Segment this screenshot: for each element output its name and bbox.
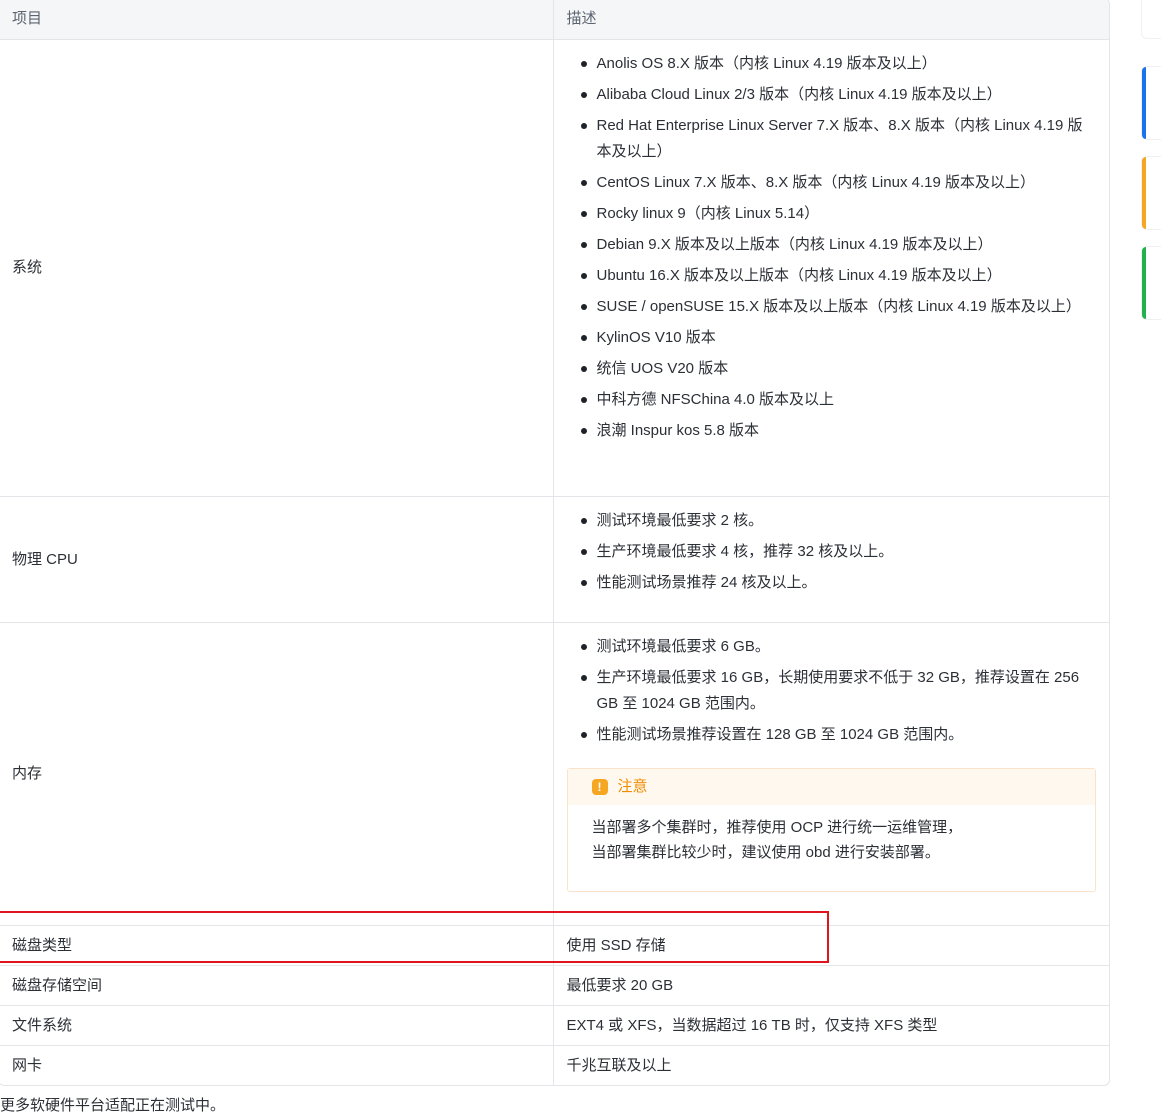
memory-list: 测试环境最低要求 6 GB。 生产环境最低要求 16 GB，长期使用要求不低于 … (567, 634, 1097, 748)
list-item: Debian 9.X 版本及以上版本（内核 Linux 4.19 版本及以上） (580, 232, 1097, 258)
row-label: 磁盘存储空间 (0, 965, 554, 1006)
list-item: Anolis OS 8.X 版本（内核 Linux 4.19 版本及以上） (580, 51, 1097, 77)
table-row-cpu: 物理 CPU 测试环境最低要求 2 核。 生产环境最低要求 4 核，推荐 32 … (0, 496, 1109, 623)
list-item: KylinOS V10 版本 (580, 325, 1097, 351)
footer-note: 更多软硬件平台适配正在测试中。 (0, 1097, 226, 1114)
list-item: 测试环境最低要求 6 GB。 (580, 634, 1097, 660)
notice-title: 注意 (617, 778, 648, 795)
side-card-green[interactable] (1141, 246, 1161, 320)
list-item: 统信 UOS V20 版本 (580, 356, 1097, 382)
system-list: Anolis OS 8.X 版本（内核 Linux 4.19 版本及以上） Al… (567, 51, 1097, 444)
list-item: 性能测试场景推荐设置在 128 GB 至 1024 GB 范围内。 (580, 722, 1097, 748)
list-item: CentOS Linux 7.X 版本、8.X 版本（内核 Linux 4.19… (580, 170, 1097, 196)
list-item: 浪潮 Inspur kos 5.8 版本 (580, 418, 1097, 444)
table-header-row: 项目 描述 (0, 0, 1109, 40)
row-label: 内存 (0, 622, 554, 926)
cpu-list: 测试环境最低要求 2 核。 生产环境最低要求 4 核，推荐 32 核及以上。 性… (567, 508, 1097, 596)
table-row-nic: 网卡 千兆互联及以上 (0, 1045, 1109, 1085)
header-description: 描述 (553, 0, 1109, 40)
side-card-accent (1142, 67, 1146, 139)
list-item: 生产环境最低要求 16 GB，长期使用要求不低于 32 GB，推荐设置在 256… (580, 665, 1097, 717)
notice-body: 当部署多个集群时，推荐使用 OCP 进行统一运维管理， 当部署集群比较少时，建议… (568, 805, 1096, 875)
warning-icon: ! (591, 779, 608, 795)
row-label: 网卡 (0, 1045, 554, 1085)
table-row-disk-type: 磁盘类型 使用 SSD 存储 (0, 925, 1109, 966)
table-row-disk-space: 磁盘存储空间 最低要求 20 GB (0, 965, 1109, 1006)
side-card-accent (1142, 157, 1146, 229)
table-row-memory: 内存 测试环境最低要求 6 GB。 生产环境最低要求 16 GB，长期使用要求不… (0, 622, 1109, 926)
side-panel-top (1141, 0, 1161, 39)
table-row-system: 系统 Anolis OS 8.X 版本（内核 Linux 4.19 版本及以上）… (0, 39, 1109, 497)
notice-line: 当部署多个集群时，推荐使用 OCP 进行统一运维管理， (591, 819, 963, 836)
list-item: 性能测试场景推荐 24 核及以上。 (580, 570, 1097, 596)
list-item: Red Hat Enterprise Linux Server 7.X 版本、8… (580, 113, 1097, 165)
row-label: 磁盘类型 (0, 925, 554, 966)
requirements-table-container: 项目 描述 系统 Anolis OS 8.X 版本（内核 Linux 4.19 … (0, 0, 1110, 1086)
row-description: 测试环境最低要求 6 GB。 生产环境最低要求 16 GB，长期使用要求不低于 … (553, 622, 1109, 926)
row-label: 系统 (0, 39, 554, 497)
list-item: 测试环境最低要求 2 核。 (580, 508, 1097, 534)
notice-header: ! 注意 (567, 769, 1095, 805)
list-item: Rocky linux 9（内核 Linux 5.14） (580, 201, 1097, 227)
list-item: Ubuntu 16.X 版本及以上版本（内核 Linux 4.19 版本及以上） (580, 263, 1097, 289)
table-row-filesystem: 文件系统 EXT4 或 XFS，当数据超过 16 TB 时，仅支持 XFS 类型 (0, 1005, 1109, 1046)
row-value: 最低要求 20 GB (553, 965, 1109, 1006)
row-value: 千兆互联及以上 (566, 1056, 672, 1074)
side-card-accent (1142, 247, 1146, 319)
side-card-blue[interactable] (1141, 66, 1161, 140)
list-item: SUSE / openSUSE 15.X 版本及以上版本（内核 Linux 4.… (580, 294, 1097, 320)
row-label: 文件系统 (0, 1005, 554, 1046)
requirements-table: 项目 描述 系统 Anolis OS 8.X 版本（内核 Linux 4.19 … (0, 0, 1109, 1085)
notice-box: ! 注意 当部署多个集群时，推荐使用 OCP 进行统一运维管理， 当部署集群比较… (566, 768, 1096, 892)
row-description: 测试环境最低要求 2 核。 生产环境最低要求 4 核，推荐 32 核及以上。 性… (553, 496, 1109, 623)
notice-line: 当部署集群比较少时，建议使用 obd 进行安装部署。 (591, 844, 940, 861)
row-description: Anolis OS 8.X 版本（内核 Linux 4.19 版本及以上） Al… (553, 39, 1109, 497)
row-value: 使用 SSD 存储 (553, 925, 1109, 966)
list-item: 生产环境最低要求 4 核，推荐 32 核及以上。 (580, 539, 1097, 565)
list-item: 中科方德 NFSChina 4.0 版本及以上 (580, 387, 1097, 413)
list-item: Alibaba Cloud Linux 2/3 版本（内核 Linux 4.19… (580, 82, 1097, 108)
row-value: EXT4 或 XFS，当数据超过 16 TB 时，仅支持 XFS 类型 (553, 1005, 1109, 1046)
side-card-orange[interactable] (1141, 156, 1161, 230)
row-label: 物理 CPU (0, 496, 554, 623)
header-item: 项目 (0, 0, 554, 40)
